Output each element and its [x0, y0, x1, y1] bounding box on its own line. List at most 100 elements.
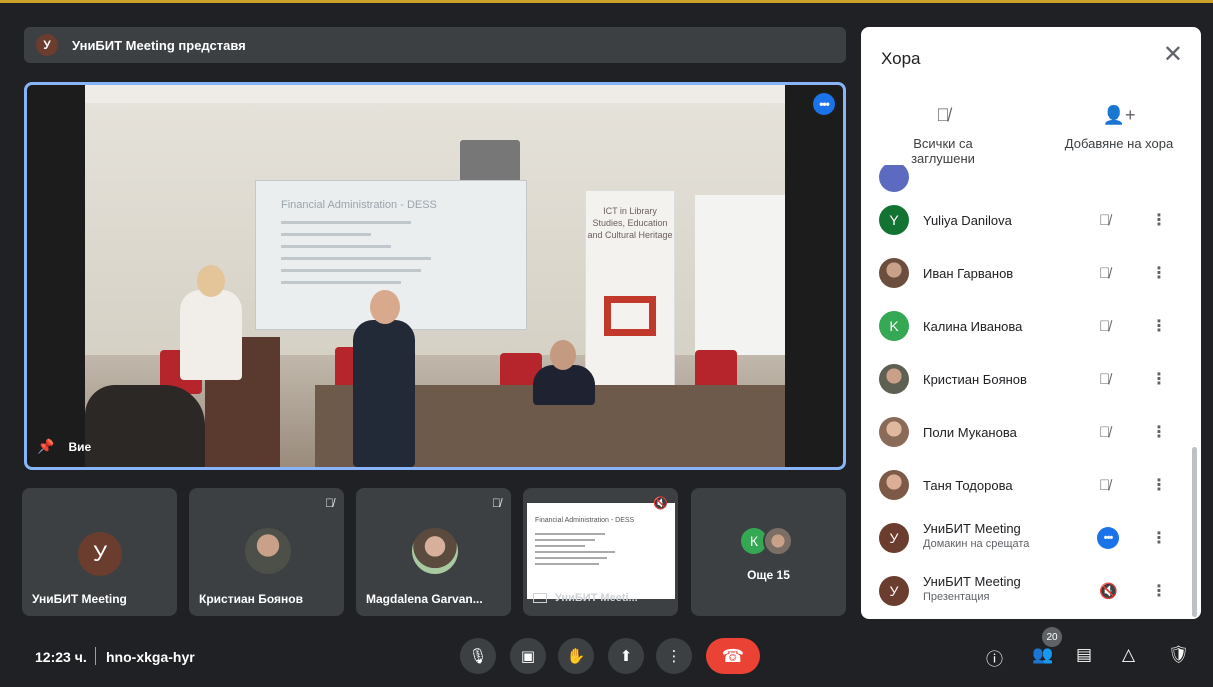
- participant-tile[interactable]: 🎙̸ Magdalena Garvan...: [356, 488, 511, 616]
- list-item[interactable]: Иван Гарванов 🎙̸ ⋮: [861, 248, 1201, 298]
- participant-role: Домакин на срещата: [923, 538, 1030, 550]
- list-item[interactable]: У УниБИТ Meeting Домакин на срещата ••• …: [861, 513, 1201, 563]
- sound-off-icon[interactable]: 🔇: [1099, 582, 1118, 600]
- mic-off-icon: 🎙̸: [492, 496, 501, 510]
- list-item[interactable]: Поли Муканова 🎙̸ ⋮: [861, 407, 1201, 457]
- mic-off-icon[interactable]: 🎙̸: [1099, 371, 1110, 388]
- more-vert-icon[interactable]: ⋮: [1151, 475, 1167, 495]
- host-controls-icon[interactable]: 🛡: [1168, 645, 1190, 665]
- top-accent-line: [0, 0, 1213, 3]
- microphone-button[interactable]: 🎙: [460, 638, 496, 674]
- speaking-indicator: •••: [1097, 527, 1119, 549]
- avatar: [879, 258, 909, 288]
- list-item[interactable]: Таня Тодорова 🎙̸ ⋮: [861, 460, 1201, 510]
- participant-tile[interactable]: У УниБИТ Meeting: [22, 488, 177, 616]
- avatar: [879, 417, 909, 447]
- more-vert-icon[interactable]: ⋮: [1151, 210, 1167, 230]
- camera-button[interactable]: ▣: [510, 638, 546, 674]
- mic-icon: 🎙: [468, 648, 488, 665]
- presenting-banner: У УниБИТ Meeting представя: [24, 27, 846, 63]
- panel-title: Хора: [881, 49, 921, 68]
- end-call-icon: ☎: [721, 645, 745, 666]
- more-vert-icon[interactable]: ⋮: [1151, 263, 1167, 283]
- participant-name: Таня Тодорова: [923, 477, 1013, 493]
- participant-name: Иван Гарванов: [923, 265, 1014, 281]
- mic-off-icon[interactable]: 🎙̸: [1099, 318, 1110, 335]
- presenter-avatar: У: [36, 34, 58, 56]
- mic-off-icon: 🎙̸: [936, 105, 950, 125]
- participant-name: УниБИТ Meeting: [923, 574, 1021, 589]
- leave-call-button[interactable]: ☎: [706, 638, 760, 674]
- video-frame: Financial Administration - DESS ICT in L…: [85, 85, 785, 467]
- tile-name: Magdalena Garvan...: [366, 592, 483, 606]
- participant-role: Презентация: [923, 591, 990, 603]
- avatar: У: [879, 523, 909, 553]
- present-screen-icon: ⬆: [619, 648, 633, 665]
- meeting-code: hno-xkga-hyr: [106, 649, 195, 665]
- tile-name: УниБИТ Meeting: [32, 592, 127, 606]
- avatar: [879, 165, 909, 192]
- present-screen-icon: [533, 593, 547, 603]
- raise-hand-button[interactable]: ✋: [558, 638, 594, 674]
- more-participants-label: Още 15: [747, 568, 790, 582]
- meeting-time: 12:23 ч.: [35, 649, 87, 665]
- sound-off-icon: 🔇: [653, 496, 668, 510]
- list-item[interactable]: У УниБИТ Meeting Презентация 🔇 ⋮: [861, 566, 1201, 616]
- participants-list[interactable]: Y Yuliya Danilova 🎙̸ ⋮ Иван Гарванов 🎙̸ …: [861, 165, 1201, 619]
- presenting-text: УниБИТ Meeting представя: [72, 37, 246, 53]
- camera-icon: ▣: [520, 648, 536, 665]
- hand-icon: ✋: [566, 648, 586, 665]
- mic-off-icon[interactable]: 🎙̸: [1099, 477, 1110, 494]
- more-vert-icon[interactable]: ⋮: [1151, 528, 1167, 548]
- projector: [460, 140, 520, 185]
- avatar: У: [78, 532, 122, 576]
- more-vert-icon[interactable]: ⋮: [1151, 316, 1167, 336]
- mic-off-icon[interactable]: 🎙̸: [1099, 424, 1110, 441]
- participant-name: Yuliya Danilova: [923, 212, 1012, 228]
- more-vert-icon[interactable]: ⋮: [1151, 422, 1167, 442]
- more-vert-icon[interactable]: ⋮: [1151, 581, 1167, 601]
- mic-off-icon[interactable]: 🎙̸: [1099, 265, 1110, 282]
- people-panel: Хора ✕ 🎙̸ Всички са заглушени 👤+ Добавян…: [861, 27, 1201, 619]
- bottom-bar: 12:23 ч. hno-xkga-hyr 🎙 ▣ ✋ ⬆ ⋮ ☎ ⓘ 👥 20…: [0, 627, 1213, 687]
- add-people-label: Добавяне на хора: [1064, 136, 1174, 151]
- person-add-icon: 👤+: [1102, 105, 1136, 125]
- list-item[interactable]: Y Yuliya Danilova 🎙̸ ⋮: [861, 195, 1201, 245]
- rollup-banner: ICT in Library Studies, Education and Cu…: [585, 190, 675, 410]
- avatar: [879, 470, 909, 500]
- chat-icon[interactable]: ▤: [1076, 645, 1092, 665]
- avatar: У: [879, 576, 909, 606]
- participant-tile[interactable]: 🎙̸ Кристиан Боянов: [189, 488, 344, 616]
- main-tile-name: Вие: [68, 439, 92, 454]
- presentation-thumbnail: Financial Administration - DESS: [527, 503, 675, 599]
- avatar: [245, 528, 291, 574]
- pin-icon[interactable]: 📌: [37, 438, 54, 455]
- add-people-button[interactable]: 👤+ Добавяне на хора: [1059, 105, 1179, 151]
- more-options-button[interactable]: ⋮: [656, 638, 692, 674]
- list-item[interactable]: K Калина Иванова 🎙̸ ⋮: [861, 301, 1201, 351]
- mute-all-label: Всички са заглушени: [911, 136, 975, 166]
- more-vert-icon: ⋮: [666, 648, 682, 665]
- mute-all-button[interactable]: 🎙̸ Всички са заглушени: [883, 105, 1003, 166]
- tile-more-options-button[interactable]: •••: [813, 93, 835, 115]
- more-participants-tile[interactable]: К Още 15: [691, 488, 846, 616]
- list-item[interactable]: [861, 165, 1201, 192]
- activities-icon[interactable]: △: [1122, 645, 1135, 665]
- participant-name: УниБИТ Meeting: [923, 521, 1021, 536]
- present-button[interactable]: ⬆: [608, 638, 644, 674]
- info-icon[interactable]: ⓘ: [986, 645, 1003, 670]
- scrollbar[interactable]: [1192, 447, 1197, 617]
- list-item[interactable]: Кристиан Боянов 🎙̸ ⋮: [861, 354, 1201, 404]
- people-icon[interactable]: 👥: [1032, 645, 1053, 665]
- audience: [85, 385, 205, 467]
- avatar: [412, 528, 458, 574]
- close-icon[interactable]: ✕: [1163, 43, 1183, 67]
- mic-off-icon[interactable]: 🎙̸: [1099, 212, 1110, 229]
- more-vert-icon[interactable]: ⋮: [1151, 369, 1167, 389]
- participant-name: Калина Иванова: [923, 318, 1023, 334]
- participant-name: Кристиан Боянов: [923, 371, 1027, 387]
- tile-name: Кристиан Боянов: [199, 592, 303, 606]
- main-video-tile[interactable]: Financial Administration - DESS ICT in L…: [24, 82, 846, 470]
- presentation-tile[interactable]: Financial Administration - DESS 🔇 УниБИТ…: [523, 488, 678, 616]
- participant-name: Поли Муканова: [923, 424, 1017, 440]
